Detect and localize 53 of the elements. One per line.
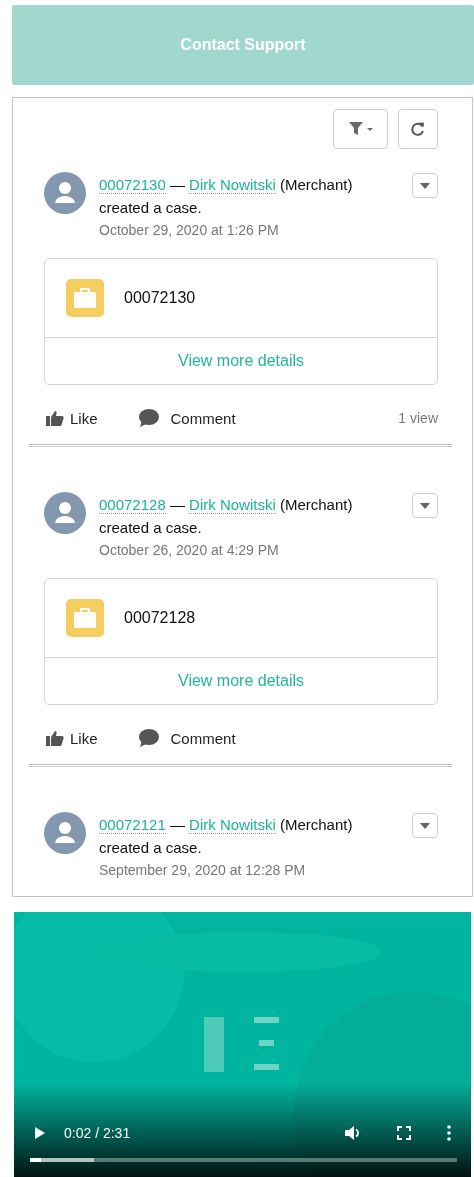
separator: — bbox=[169, 816, 185, 833]
vertical-dots-icon bbox=[447, 1125, 451, 1141]
caret-icon bbox=[420, 502, 430, 509]
post-date: September 29, 2020 at 12:28 PM bbox=[99, 861, 307, 880]
post-action-text: created a case. bbox=[99, 198, 203, 218]
refresh-button[interactable] bbox=[398, 109, 438, 149]
thumbs-up-icon bbox=[46, 730, 64, 746]
briefcase-icon bbox=[66, 599, 104, 637]
speech-bubble-icon bbox=[138, 409, 159, 427]
speech-bubble-icon bbox=[138, 729, 159, 747]
author-role: (Merchant) bbox=[279, 816, 353, 833]
separator: — bbox=[169, 176, 185, 193]
post-menu-button[interactable] bbox=[412, 493, 438, 518]
post-action-text: created a case. bbox=[99, 518, 203, 538]
video-progress-bar[interactable] bbox=[30, 1158, 457, 1162]
post-date: October 26, 2020 at 4:29 PM bbox=[99, 541, 280, 560]
refresh-icon bbox=[410, 121, 426, 137]
like-button[interactable]: Like bbox=[46, 729, 98, 747]
video-time: 0:02 / 2:31 bbox=[64, 1125, 131, 1141]
filter-button[interactable] bbox=[333, 109, 388, 149]
comment-button[interactable]: Comment bbox=[138, 729, 236, 747]
post-action-text: created a case. bbox=[99, 838, 203, 858]
author-role: (Merchant) bbox=[279, 496, 353, 513]
author-role: (Merchant) bbox=[279, 176, 353, 193]
case-number-link[interactable]: 00072130 bbox=[99, 176, 166, 194]
filter-icon bbox=[348, 121, 373, 137]
avatar-icon bbox=[44, 492, 86, 534]
view-more-details-link[interactable]: View more details bbox=[45, 338, 437, 384]
fullscreen-icon bbox=[397, 1126, 411, 1140]
author-link[interactable]: Dirk Nowitski bbox=[189, 496, 276, 514]
case-number-link[interactable]: 00072128 bbox=[99, 496, 166, 514]
post-menu-button[interactable] bbox=[412, 173, 438, 198]
view-count: 1 view bbox=[398, 410, 438, 426]
comment-button[interactable]: Comment bbox=[138, 409, 236, 427]
caret-icon bbox=[420, 822, 430, 829]
avatar-icon bbox=[44, 172, 86, 214]
contact-support-button[interactable]: Contact Support bbox=[12, 5, 474, 85]
caret-icon bbox=[420, 182, 430, 189]
separator: — bbox=[169, 496, 185, 513]
post-date: October 29, 2020 at 1:26 PM bbox=[99, 221, 280, 240]
author-link[interactable]: Dirk Nowitski bbox=[189, 176, 276, 194]
thumbs-up-icon bbox=[46, 410, 64, 426]
like-button[interactable]: Like bbox=[46, 409, 98, 427]
speaker-icon bbox=[345, 1126, 361, 1140]
view-more-details-link[interactable]: View more details bbox=[45, 658, 437, 704]
post-menu-button[interactable] bbox=[412, 813, 438, 838]
briefcase-icon bbox=[66, 279, 104, 317]
case-number: 00072128 bbox=[124, 609, 196, 627]
author-link[interactable]: Dirk Nowitski bbox=[189, 816, 276, 834]
case-number: 00072130 bbox=[124, 289, 196, 307]
case-number-link[interactable]: 00072121 bbox=[99, 816, 166, 834]
avatar-icon bbox=[44, 812, 86, 854]
play-icon bbox=[34, 1126, 46, 1140]
